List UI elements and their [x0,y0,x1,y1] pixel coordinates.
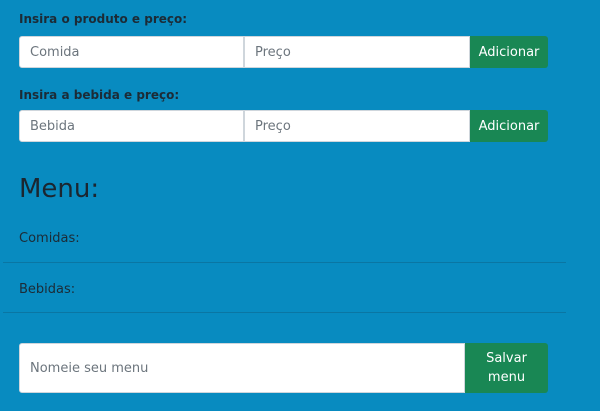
food-price-input[interactable] [244,36,470,68]
menu-title: Menu: [19,174,100,204]
food-name-input[interactable] [19,36,244,68]
food-section-label: Insira o produto e preço: [19,12,188,26]
drink-section-label: Insira a bebida e preço: [19,88,180,102]
drinks-divider [3,312,566,313]
foods-divider [3,262,566,263]
add-food-button[interactable]: Adicionar [470,36,548,68]
drink-name-input[interactable] [19,110,244,142]
save-menu-button[interactable]: Salvar menu [465,343,548,393]
drinks-list-label: Bebidas: [19,282,76,297]
foods-list-label: Comidas: [19,231,80,246]
save-menu-group: Salvar menu [19,343,548,393]
drink-input-group: Adicionar [19,110,548,142]
menu-name-input[interactable] [19,343,465,393]
add-drink-button[interactable]: Adicionar [470,110,548,142]
food-input-group: Adicionar [19,36,548,68]
drink-price-input[interactable] [244,110,470,142]
